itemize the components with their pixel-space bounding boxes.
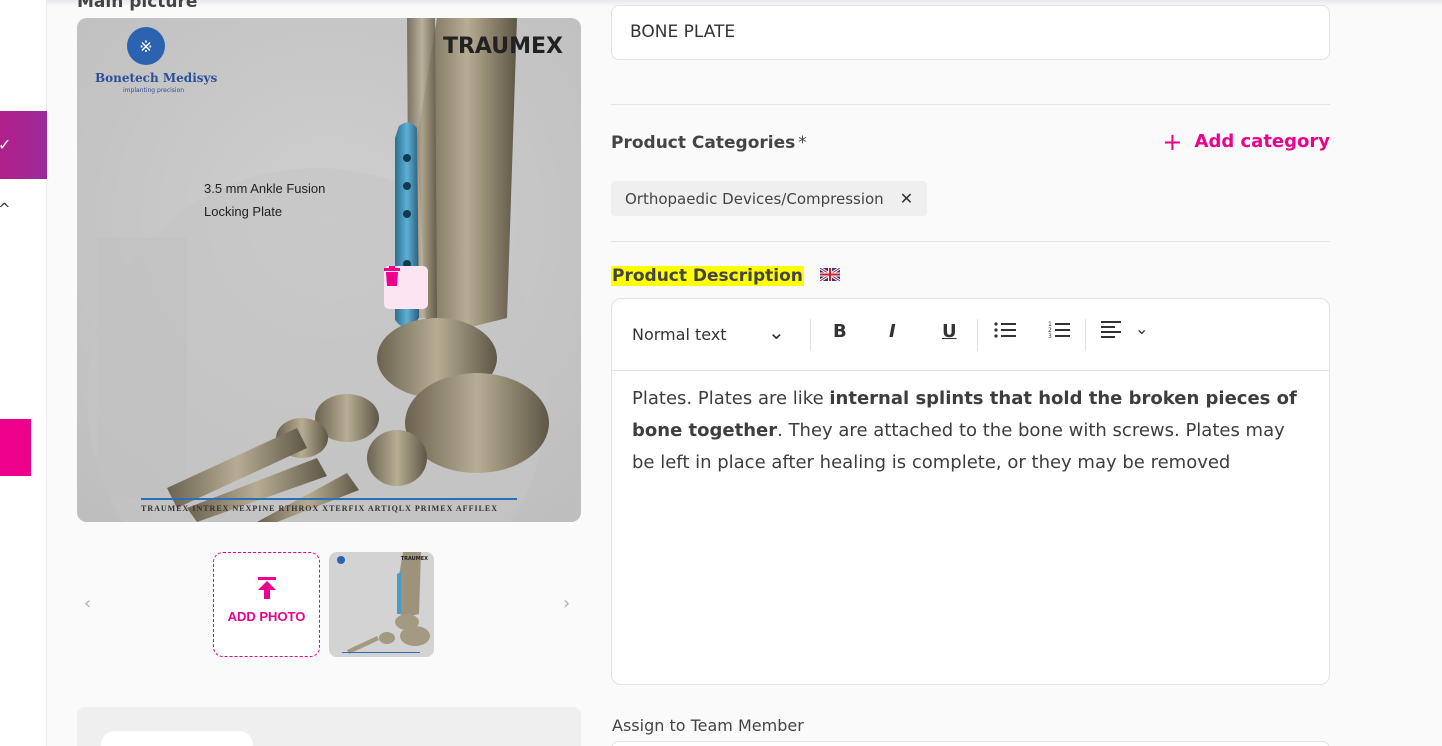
delete-picture-button[interactable]	[384, 266, 428, 309]
sidebar-item-active[interactable]: ✓	[0, 111, 47, 179]
thumbnail-logo-title: TRAUMEX	[400, 556, 428, 562]
editor-toolbar: Normal text ⌄ B I U 123 ⌄	[612, 299, 1329, 371]
chevron-down-icon[interactable]: ⌄	[768, 320, 785, 344]
image-tagline: implanting precision	[123, 87, 185, 94]
required-mark: *	[798, 133, 807, 153]
uk-flag-icon[interactable]	[818, 266, 841, 286]
product-description-title: Product Description	[611, 266, 841, 286]
add-photo-button[interactable]: ADD PHOTO	[213, 552, 320, 657]
check-icon: ✓	[0, 135, 12, 154]
product-categories-label: Product Categories	[611, 133, 796, 153]
product-name-input[interactable]: BONE PLATE	[611, 5, 1330, 60]
product-categories-title: Product Categories *	[611, 133, 807, 153]
toolbar-separator	[810, 319, 811, 351]
description-text[interactable]: Plates. Plates are like internal splints…	[612, 371, 1329, 491]
bottom-card	[77, 707, 581, 746]
image-brand-text: Bonetech Medisys	[95, 71, 218, 85]
trash-icon	[384, 266, 400, 286]
image-logo-title: TRAUMEX	[442, 34, 563, 59]
image-caption-line1: 3.5 mm Ankle Fusion	[204, 181, 326, 196]
assign-team-member-label: Assign to Team Member	[612, 716, 804, 735]
image-caption: 3.5 mm Ankle Fusion Locking Plate	[204, 177, 325, 223]
chevron-left-icon[interactable]: ‹	[84, 593, 91, 614]
description-editor: Normal text ⌄ B I U 123 ⌄ Plates. Plates…	[611, 298, 1330, 685]
bullet-list-icon[interactable]	[994, 321, 1016, 344]
image-caption-line2: Locking Plate	[204, 204, 283, 219]
product-description-label: Product Description	[611, 266, 804, 286]
italic-button[interactable]: I	[889, 321, 896, 342]
sidebar-item-highlight[interactable]	[0, 419, 31, 476]
chevron-up-icon[interactable]: ^	[0, 200, 11, 218]
photo-thumbnail[interactable]: TRAUMEX	[329, 552, 434, 657]
thumbnail-image	[329, 552, 434, 657]
main-picture: ※ Bonetech Medisys implanting precision …	[77, 18, 581, 522]
toolbar-separator	[977, 319, 978, 351]
plus-icon: +	[1162, 127, 1183, 156]
add-photo-label: ADD PHOTO	[227, 609, 306, 624]
chevron-right-icon[interactable]: ›	[563, 593, 570, 614]
add-category-button[interactable]: + Add category	[1162, 127, 1330, 156]
remove-category-icon[interactable]: ✕	[900, 189, 913, 208]
svg-text:※: ※	[139, 37, 152, 56]
numbered-list-icon[interactable]: 123	[1048, 321, 1070, 344]
image-footer-brands: TRAUMEX INTREX NEXPINE RTHROX XTERFIX AR…	[141, 504, 499, 513]
category-chip: Orthopaedic Devices/Compression ✕	[611, 181, 928, 216]
divider	[611, 104, 1330, 105]
add-category-label: Add category	[1194, 131, 1330, 152]
text-style-select[interactable]: Normal text	[632, 325, 727, 344]
bold-button[interactable]: B	[833, 321, 847, 342]
main-picture-label: Main picture	[77, 0, 198, 12]
assign-team-member-select[interactable]	[611, 741, 1330, 746]
description-text-part1: Plates. Plates are like	[632, 388, 830, 409]
divider	[611, 241, 1330, 242]
bottom-card-pill[interactable]	[101, 731, 253, 746]
svg-text:3: 3	[1048, 333, 1052, 339]
toolbar-separator	[1085, 319, 1086, 351]
align-left-icon[interactable]	[1101, 321, 1123, 344]
category-chip-label: Orthopaedic Devices/Compression	[625, 189, 884, 208]
upload-icon	[214, 577, 319, 603]
align-dropdown-chevron-icon[interactable]: ⌄	[1135, 319, 1148, 338]
underline-button[interactable]: U	[942, 321, 957, 342]
